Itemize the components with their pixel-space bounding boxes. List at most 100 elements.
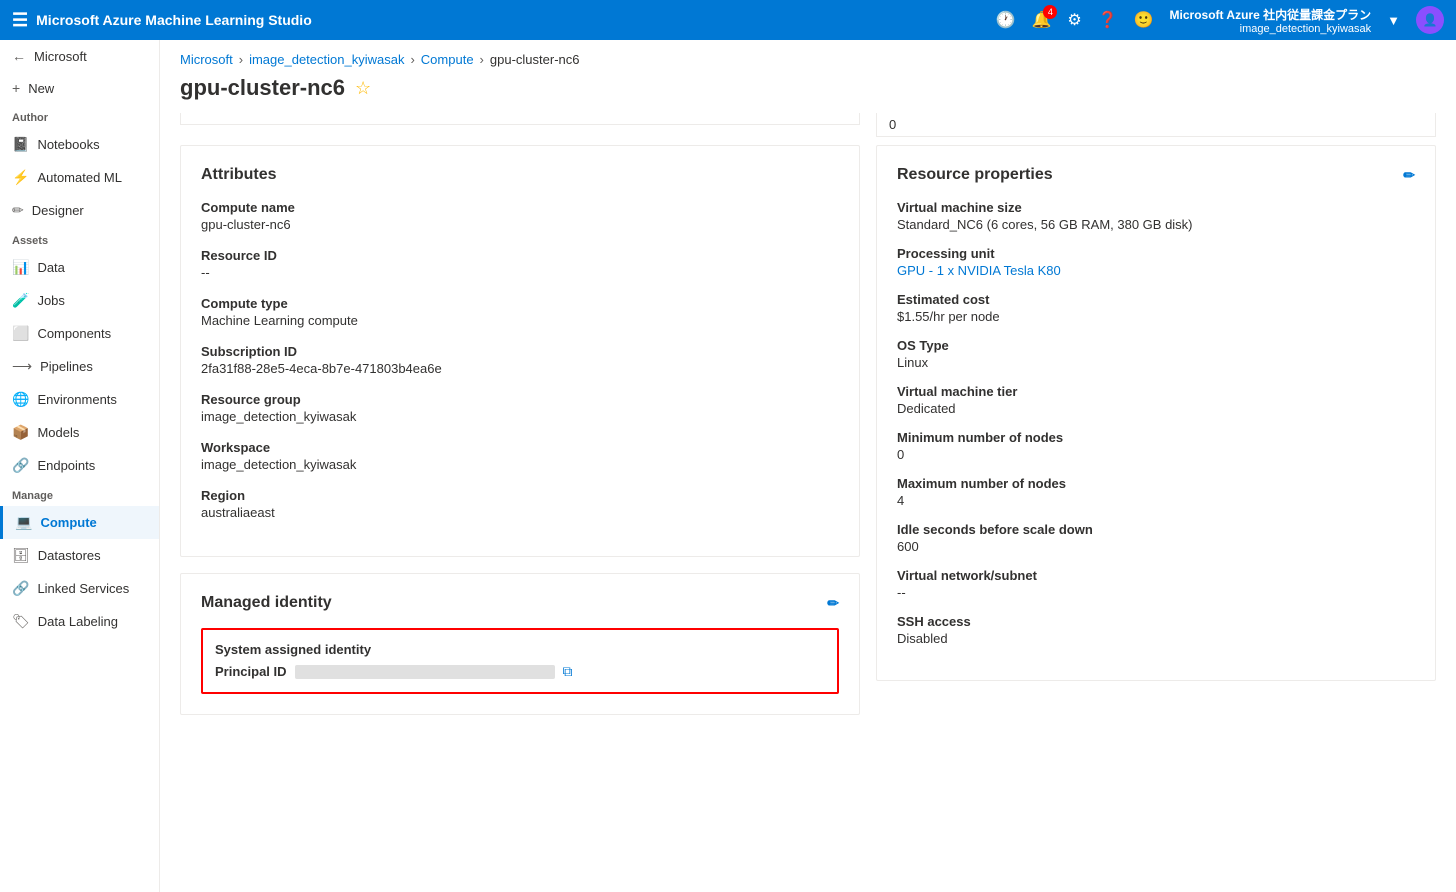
partial-right-card: 0	[876, 113, 1436, 137]
attr-resource-id-value: --	[201, 265, 839, 280]
managed-identity-edit-icon[interactable]: ✏	[827, 595, 839, 612]
sidebar-jobs-label: Jobs	[37, 293, 64, 308]
breadcrumb-microsoft[interactable]: Microsoft	[180, 52, 233, 67]
sidebar-item-automated-ml[interactable]: ⚡ Automated ML	[0, 161, 159, 194]
sidebar-compute-label: Compute	[40, 515, 96, 530]
sidebar-item-notebooks[interactable]: 📓 Notebooks	[0, 128, 159, 161]
linked-services-icon: 🔗	[12, 580, 29, 597]
components-icon: ⬜	[12, 325, 29, 342]
sidebar-data-label: Data	[37, 260, 64, 275]
prop-vm-tier: Virtual machine tier Dedicated	[897, 384, 1415, 416]
sidebar-item-environments[interactable]: 🌐 Environments	[0, 383, 159, 416]
sidebar-item-endpoints[interactable]: 🔗 Endpoints	[0, 449, 159, 482]
attr-compute-type: Compute type Machine Learning compute	[201, 296, 839, 328]
prop-max-nodes: Maximum number of nodes 4	[897, 476, 1415, 508]
prop-os-type-label: OS Type	[897, 338, 1415, 353]
sidebar-endpoints-label: Endpoints	[37, 458, 95, 473]
prop-processing-unit-label: Processing unit	[897, 246, 1415, 261]
attr-region-label: Region	[201, 488, 839, 503]
content-area: Attributes Compute name gpu-cluster-nc6 …	[160, 145, 1456, 735]
attr-compute-name: Compute name gpu-cluster-nc6	[201, 200, 839, 232]
sidebar-models-label: Models	[37, 425, 79, 440]
face-icon[interactable]: 🙂	[1134, 10, 1154, 30]
partial-right-value: 0	[889, 117, 896, 132]
attr-resource-id-label: Resource ID	[201, 248, 839, 263]
attr-resource-group-label: Resource group	[201, 392, 839, 407]
endpoints-icon: 🔗	[12, 457, 29, 474]
breadcrumb-workspace[interactable]: image_detection_kyiwasak	[249, 52, 404, 67]
sidebar-item-data-labeling[interactable]: 🏷 Data Labeling	[0, 605, 159, 638]
prop-min-nodes-label: Minimum number of nodes	[897, 430, 1415, 445]
breadcrumb-sep2: ›	[410, 52, 414, 67]
user-info: Microsoft Azure 社内従量課金プラン image_detectio…	[1170, 6, 1372, 35]
prop-min-nodes-value: 0	[897, 447, 1415, 462]
prop-vm-tier-label: Virtual machine tier	[897, 384, 1415, 399]
datastores-icon: 🗄	[12, 547, 30, 564]
data-icon: 📊	[12, 259, 29, 276]
sidebar-item-components[interactable]: ⬜ Components	[0, 317, 159, 350]
automated-ml-icon: ⚡	[12, 169, 29, 186]
sidebar-data-labeling-label: Data Labeling	[38, 614, 118, 629]
prop-vnet-value: --	[897, 585, 1415, 600]
attr-compute-type-label: Compute type	[201, 296, 839, 311]
prop-processing-unit: Processing unit GPU - 1 x NVIDIA Tesla K…	[897, 246, 1415, 278]
prop-processing-unit-value[interactable]: GPU - 1 x NVIDIA Tesla K80	[897, 263, 1415, 278]
environments-icon: 🌐	[12, 391, 29, 408]
topbar-left: ☰ Microsoft Azure Machine Learning Studi…	[12, 10, 312, 31]
sidebar-item-models[interactable]: 📦 Models	[0, 416, 159, 449]
sidebar-item-new[interactable]: + New	[0, 72, 159, 104]
sidebar-item-designer[interactable]: ✏ Designer	[0, 194, 159, 227]
resource-properties-edit-icon[interactable]: ✏	[1403, 167, 1415, 184]
clock-icon[interactable]: 🕐	[996, 10, 1016, 30]
copy-icon[interactable]: ⧉	[563, 663, 573, 680]
breadcrumb-compute[interactable]: Compute	[421, 52, 474, 67]
attr-resource-group: Resource group image_detection_kyiwasak	[201, 392, 839, 424]
main-content: Microsoft › image_detection_kyiwasak › C…	[160, 40, 1456, 892]
sidebar-item-jobs[interactable]: 🧪 Jobs	[0, 284, 159, 317]
data-labeling-icon: 🏷	[12, 613, 30, 630]
dropdown-icon[interactable]: ▼	[1387, 13, 1400, 28]
principal-id-label: Principal ID	[215, 664, 287, 679]
compute-icon: 💻	[15, 514, 32, 531]
attr-subscription-id-label: Subscription ID	[201, 344, 839, 359]
attr-workspace: Workspace image_detection_kyiwasak	[201, 440, 839, 472]
settings-icon[interactable]: ⚙	[1067, 10, 1081, 30]
breadcrumb-current: gpu-cluster-nc6	[490, 52, 580, 67]
prop-ssh-access: SSH access Disabled	[897, 614, 1415, 646]
principal-id-row: Principal ID ⧉	[215, 663, 825, 680]
sidebar-item-data[interactable]: 📊 Data	[0, 251, 159, 284]
sidebar-section-assets: Assets	[0, 227, 159, 251]
attr-compute-name-label: Compute name	[201, 200, 839, 215]
hamburger-icon[interactable]: ☰	[12, 10, 28, 31]
system-assigned-label: System assigned identity	[215, 642, 825, 657]
sidebar-item-linked-services[interactable]: 🔗 Linked Services	[0, 572, 159, 605]
favorite-icon[interactable]: ☆	[355, 78, 371, 99]
prop-vnet-label: Virtual network/subnet	[897, 568, 1415, 583]
designer-icon: ✏	[12, 202, 24, 219]
prop-vm-tier-value: Dedicated	[897, 401, 1415, 416]
managed-identity-title: Managed identity ✏	[201, 594, 839, 612]
prop-idle-seconds-label: Idle seconds before scale down	[897, 522, 1415, 537]
subscription-name: Microsoft Azure 社内従量課金プラン	[1170, 6, 1372, 23]
sidebar-item-pipelines[interactable]: ⟶ Pipelines	[0, 350, 159, 383]
prop-vm-size: Virtual machine size Standard_NC6 (6 cor…	[897, 200, 1415, 232]
resource-properties-title: Resource properties ✏	[897, 166, 1415, 184]
principal-id-value	[295, 665, 555, 679]
attr-workspace-value: image_detection_kyiwasak	[201, 457, 839, 472]
sidebar-automated-ml-label: Automated ML	[37, 170, 122, 185]
attr-subscription-id-value: 2fa31f88-28e5-4eca-8b7e-471803b4ea6e	[201, 361, 839, 376]
sidebar-new-label: New	[28, 81, 54, 96]
attributes-title: Attributes	[201, 166, 839, 184]
sidebar-item-datastores[interactable]: 🗄 Datastores	[0, 539, 159, 572]
attr-resource-group-value: image_detection_kyiwasak	[201, 409, 839, 424]
breadcrumb: Microsoft › image_detection_kyiwasak › C…	[160, 40, 1456, 75]
notification-icon[interactable]: 🔔 4	[1031, 10, 1051, 30]
sidebar-back-label: Microsoft	[34, 49, 87, 64]
sidebar-item-back[interactable]: ← Microsoft	[0, 40, 159, 72]
panel-left: Attributes Compute name gpu-cluster-nc6 …	[180, 145, 860, 715]
sidebar-item-compute[interactable]: 💻 Compute	[0, 506, 159, 539]
sidebar-linked-services-label: Linked Services	[37, 581, 129, 596]
avatar[interactable]: 👤	[1416, 6, 1444, 34]
help-icon[interactable]: ❓	[1098, 10, 1118, 30]
prop-idle-seconds: Idle seconds before scale down 600	[897, 522, 1415, 554]
